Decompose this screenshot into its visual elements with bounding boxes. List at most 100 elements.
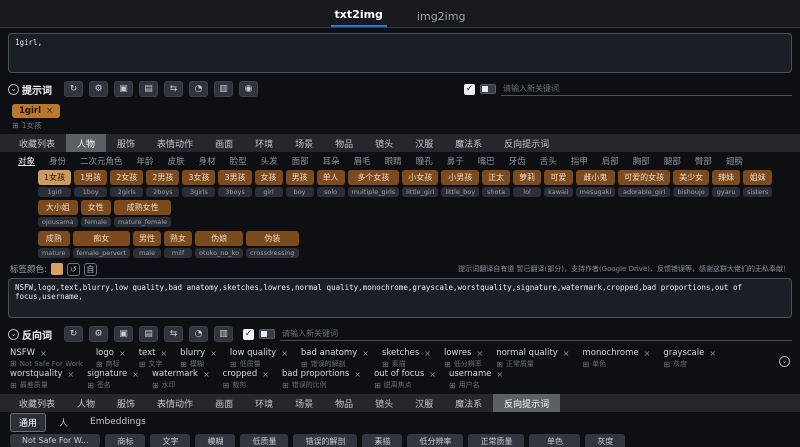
remove-tag-icon[interactable]: ×	[362, 349, 369, 358]
subcategory-item[interactable]: 脸型	[230, 155, 247, 167]
tag-chip[interactable]: 男性 male	[133, 231, 162, 258]
subcategory-item[interactable]: 舌头	[540, 155, 557, 167]
tag-chip[interactable]: 熟女 milf	[164, 231, 193, 258]
tag-chip[interactable]: 女孩 girl	[254, 170, 283, 197]
category-tab[interactable]: 魔法系	[444, 134, 493, 152]
remove-tag-icon[interactable]: ×	[68, 370, 75, 379]
negative-tag-chip[interactable]: cropped × ⊞ 裁剪	[223, 369, 269, 390]
color-reset-icon[interactable]: ↺	[66, 262, 80, 276]
remove-tag-icon[interactable]: ×	[563, 349, 570, 358]
negative-tag-chip[interactable]: text × ⊞ 文字	[139, 348, 167, 369]
category-tab[interactable]: 汉服	[404, 394, 444, 412]
negative-grid-chip[interactable]: 正常质量 normal quality	[468, 434, 525, 447]
subcategory-item[interactable]: 对象	[18, 155, 36, 167]
category-tab[interactable]: 服饰	[106, 134, 146, 152]
remove-tag-icon[interactable]: ×	[210, 349, 217, 358]
category-tab[interactable]: 表情动作	[146, 394, 204, 412]
tag-chip[interactable]: 雌小鬼 mesugaki	[575, 170, 616, 197]
tag-chip[interactable]: 3女孩 3girls	[182, 170, 216, 197]
translate-icon[interactable]: ↻	[64, 326, 83, 342]
remove-tag-icon[interactable]: ×	[132, 370, 139, 379]
prompt-tag-1girl[interactable]: 1girl ×	[12, 104, 61, 118]
remove-tag-icon[interactable]: ×	[424, 349, 431, 358]
subcategory-item[interactable]: 皮肤	[168, 155, 185, 167]
tag-chip[interactable]: 伪娘 otoko_no_ko	[195, 231, 244, 258]
category-tab[interactable]: 人物	[66, 394, 106, 412]
category-tab[interactable]: 物品	[324, 134, 364, 152]
category-tab[interactable]: 反向提示词	[493, 394, 561, 412]
category-tab[interactable]: 场景	[284, 394, 324, 412]
tag-chip[interactable]: 可爱 kawaii	[544, 170, 573, 197]
negative-tag-chip[interactable]: lowres × ⊞ 低分辨率	[444, 348, 483, 369]
chevron-down-icon[interactable]: ⌄	[8, 328, 19, 340]
remove-tag-icon[interactable]: ×	[119, 349, 126, 358]
subcategory-item[interactable]: 身材	[199, 155, 216, 167]
subcategory-item[interactable]: 头发	[261, 155, 278, 167]
negative-prompt-textarea[interactable]: NSFW,logo,text,blurry,low quality,bad an…	[8, 278, 792, 318]
category-tab[interactable]: 镜头	[364, 134, 404, 152]
negative-tag-chip[interactable]: sketches × ⊞ 素描	[382, 348, 431, 369]
category-tab[interactable]: 镜头	[364, 394, 404, 412]
negative-subtab[interactable]: 通用	[10, 412, 47, 432]
negative-grid-chip[interactable]: 错误的解剖 bad anatomy	[293, 434, 358, 447]
tag-chip[interactable]: 小女孩 little_girl	[402, 170, 439, 197]
subcategory-item[interactable]: 眼睛	[385, 155, 402, 167]
remove-tag-icon[interactable]: ×	[46, 106, 53, 116]
negative-grid-chip[interactable]: 商标 logo	[105, 434, 146, 447]
negative-grid-chip[interactable]: 低分辨率 lowres	[407, 434, 464, 447]
notebook-icon[interactable]: ▤	[139, 326, 158, 342]
new-keyword-input[interactable]	[280, 327, 792, 341]
save-icon[interactable]: ▣	[114, 81, 133, 97]
category-tab[interactable]: 环境	[244, 394, 284, 412]
tab-img2img[interactable]: img2img	[413, 4, 470, 27]
subcategory-item[interactable]: 指甲	[571, 155, 588, 167]
prompt-textarea[interactable]: 1girl,	[8, 33, 792, 73]
tab-txt2img[interactable]: txt2img	[330, 2, 387, 27]
remove-tag-icon[interactable]: ×	[644, 349, 651, 358]
tag-chip[interactable]: 正太 shota	[482, 170, 511, 197]
category-tab[interactable]: 收藏列表	[8, 134, 66, 152]
subcategory-item[interactable]: 面部	[292, 155, 309, 167]
remove-tag-icon[interactable]: ×	[262, 370, 269, 379]
negative-tag-chip[interactable]: grayscale × ⊞ 灰度	[663, 348, 716, 369]
subcategory-item[interactable]: 二次元角色	[80, 155, 123, 167]
trash-icon[interactable]: ▥	[214, 81, 233, 97]
new-keyword-toggle[interactable]	[480, 84, 496, 94]
tag-chip[interactable]: 多个女孩 multiple_girls	[347, 170, 400, 197]
announce-icon[interactable]: ◉	[239, 81, 258, 97]
category-tab[interactable]: 汉服	[404, 134, 444, 152]
subcategory-item[interactable]: 翅膀	[726, 155, 743, 167]
subcategory-item[interactable]: 牙齿	[509, 155, 526, 167]
chevron-down-icon[interactable]: ⌄	[8, 83, 19, 95]
subcategory-item[interactable]: 臀部	[695, 155, 712, 167]
negative-tag-chip[interactable]: logo × ⊞ 商标	[96, 348, 126, 369]
subcategory-item[interactable]: 身份	[49, 155, 66, 167]
negative-tag-chip[interactable]: watermark × ⊞ 水印	[152, 369, 210, 390]
negative-tag-chip[interactable]: signature × ⊞ 签名	[87, 369, 139, 390]
color-swatch[interactable]	[50, 263, 63, 275]
negative-grid-chip[interactable]: 文字 text	[150, 434, 191, 447]
tag-chip[interactable]: 可爱的女孩 adorable_girl	[618, 170, 671, 197]
category-tab[interactable]: 画面	[204, 134, 244, 152]
settings-icon[interactable]: ⚙	[89, 326, 108, 342]
translate-icon[interactable]: ↻	[64, 81, 83, 97]
negative-tag-chip[interactable]: normal quality × ⊞ 正常质量	[496, 348, 569, 369]
negative-subtab[interactable]: 人	[50, 413, 77, 432]
negative-grid-chip[interactable]: 低质量 low quality	[240, 434, 289, 447]
negative-tag-chip[interactable]: low quality × ⊞ 低质量	[230, 348, 288, 369]
new-keyword-toggle[interactable]	[259, 329, 275, 339]
remove-tag-icon[interactable]: ×	[160, 349, 167, 358]
tag-chip[interactable]: 成熟女性 mature_female	[114, 200, 172, 227]
negative-tag-chip[interactable]: out of focus × ⊞ 脱离焦点	[374, 369, 436, 390]
new-keyword-checkbox[interactable]: ✓	[243, 328, 254, 340]
subcategory-item[interactable]: 胸部	[633, 155, 650, 167]
tag-chip[interactable]: 2男孩 2boys	[146, 170, 180, 197]
tag-chip[interactable]: 女性 female	[80, 200, 111, 227]
remove-tag-icon[interactable]: ×	[203, 370, 210, 379]
category-tab[interactable]: 人物	[66, 134, 107, 152]
tag-chip[interactable]: 大小姐 ojousama	[38, 200, 78, 227]
negative-tag-chip[interactable]: username × ⊞ 用户名	[449, 369, 503, 390]
remove-tag-icon[interactable]: ×	[281, 349, 288, 358]
subcategory-item[interactable]: 鼻子	[447, 155, 464, 167]
negative-tag-chip[interactable]: monochrome × ⊞ 单色	[582, 348, 650, 369]
